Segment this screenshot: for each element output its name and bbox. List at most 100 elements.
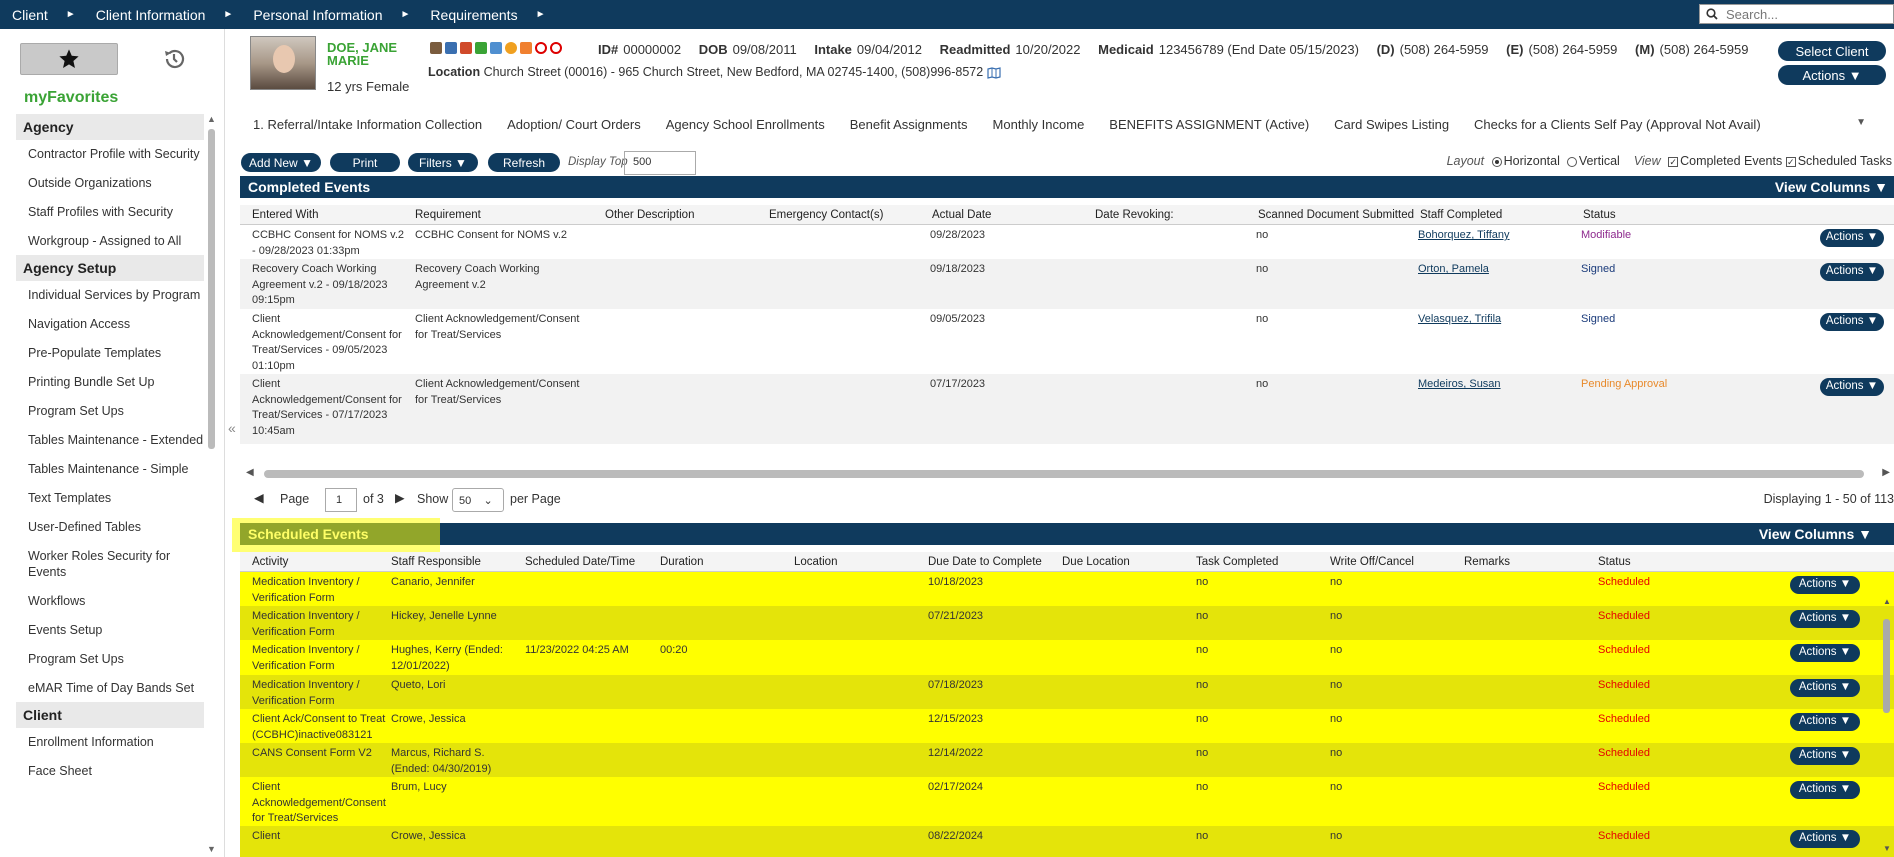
column-header[interactable]: Date Revoking: <box>1095 209 1174 221</box>
per-page-select[interactable]: 50 ⌄ <box>452 488 504 512</box>
view-columns-button[interactable]: View Columns ▼ <box>1759 526 1872 542</box>
staff-link[interactable]: Velasquez, Trifila <box>1418 312 1501 328</box>
scroll-up-icon[interactable]: ▲ <box>1883 597 1891 606</box>
column-header[interactable]: Due Location <box>1062 556 1130 568</box>
menu-item[interactable]: Workflows <box>16 593 204 609</box>
column-header[interactable]: Write Off/Cancel <box>1330 556 1414 568</box>
menu-item[interactable]: Staff Profiles with Security <box>16 204 204 220</box>
select-client-button[interactable]: Select Client <box>1778 41 1886 61</box>
rss-icon[interactable] <box>520 42 532 54</box>
client-name[interactable]: DOE, JANE MARIE <box>327 41 407 67</box>
column-header[interactable]: Due Date to Complete <box>928 556 1042 568</box>
menu-item[interactable]: Outside Organizations <box>16 175 204 191</box>
tab-school-enrollments[interactable]: Agency School Enrollments <box>666 117 825 137</box>
prev-page-icon[interactable]: ◀ <box>254 490 264 505</box>
scroll-left-icon[interactable]: ◀ <box>246 467 254 478</box>
menu-item[interactable]: Worker Roles Security for Events <box>16 548 204 580</box>
group-icon[interactable] <box>445 42 457 54</box>
column-header[interactable]: Requirement <box>415 209 481 221</box>
row-actions-button[interactable]: Actions ▼ <box>1790 576 1860 594</box>
column-header[interactable]: Duration <box>660 556 703 568</box>
row-actions-button[interactable]: Actions ▼ <box>1820 263 1884 281</box>
column-header[interactable]: Remarks <box>1464 556 1510 568</box>
column-header[interactable]: Activity <box>252 556 288 568</box>
row-actions-button[interactable]: Actions ▼ <box>1790 747 1860 765</box>
row-actions-button[interactable]: Actions ▼ <box>1790 610 1860 628</box>
row-actions-button[interactable]: Actions ▼ <box>1790 644 1860 662</box>
menu-item[interactable]: Pre-Populate Templates <box>16 345 204 361</box>
display-top-input[interactable]: 500 <box>624 151 696 175</box>
view-columns-button[interactable]: View Columns ▼ <box>1775 179 1888 195</box>
menu-item[interactable]: Tables Maintenance - Simple <box>16 461 204 477</box>
menu-item[interactable]: Navigation Access <box>16 316 204 332</box>
column-header[interactable]: Status <box>1598 556 1631 568</box>
row-actions-button[interactable]: Actions ▼ <box>1820 378 1884 396</box>
breadcrumb-client[interactable]: Client ► <box>0 7 96 23</box>
tab-monthly-income[interactable]: Monthly Income <box>993 117 1085 137</box>
collapse-sidebar-icon[interactable]: « <box>228 420 236 436</box>
menu-item[interactable]: Events Setup <box>16 622 204 638</box>
completed-events-checkbox[interactable]: ✓ <box>1668 156 1679 167</box>
next-page-icon[interactable]: ▶ <box>395 490 405 505</box>
no-entry-icon[interactable] <box>535 42 547 54</box>
tab-benefit-assignments[interactable]: Benefit Assignments <box>850 117 968 137</box>
menu-item[interactable]: Program Set Ups <box>16 403 204 419</box>
breadcrumb-requirements[interactable]: Requirements ► <box>430 7 565 23</box>
staff-link[interactable]: Bohorquez, Tiffany <box>1418 228 1510 244</box>
menu-item[interactable]: eMAR Time of Day Bands Set <box>16 680 204 696</box>
menu-item[interactable]: Individual Services by Program <box>16 287 204 303</box>
row-actions-button[interactable]: Actions ▼ <box>1790 713 1860 731</box>
column-header[interactable]: Scheduled Date/Time <box>525 556 635 568</box>
row-actions-button[interactable]: Actions ▼ <box>1790 830 1860 848</box>
tabs-more-icon[interactable]: ▼ <box>1856 117 1866 128</box>
print-button[interactable]: Print <box>330 153 400 172</box>
tab-adoption-court[interactable]: Adoption/ Court Orders <box>507 117 641 137</box>
add-new-button[interactable]: Add New ▼ <box>241 153 321 172</box>
completed-hscrollbar[interactable]: ◀ ▶ <box>244 467 1890 480</box>
horizontal-radio[interactable] <box>1491 156 1502 167</box>
column-header[interactable]: Status <box>1583 209 1616 221</box>
menu-item[interactable]: Workgroup - Assigned to All <box>16 233 204 249</box>
scroll-down-icon[interactable]: ▼ <box>1883 844 1891 853</box>
menu-item[interactable]: Program Set Ups <box>16 651 204 667</box>
menu-item[interactable]: Tables Maintenance - Extended <box>16 432 204 448</box>
scroll-right-icon[interactable]: ▶ <box>1882 467 1890 478</box>
tab-self-pay-checks[interactable]: Checks for a Clients Self Pay (Approval … <box>1474 117 1761 137</box>
scroll-down-icon[interactable]: ▼ <box>207 844 216 854</box>
refresh-button[interactable]: Refresh <box>488 153 560 172</box>
staff-link[interactable]: Medeiros, Susan <box>1418 377 1501 393</box>
breadcrumb-personal-information[interactable]: Personal Information ► <box>253 7 430 23</box>
menu-item[interactable]: Contractor Profile with Security <box>16 146 204 162</box>
map-icon[interactable] <box>987 66 1001 79</box>
family-icon[interactable] <box>460 42 472 54</box>
tab-history[interactable] <box>126 43 221 75</box>
column-header[interactable]: Scanned Document Submitted <box>1258 209 1414 221</box>
column-header[interactable]: Task Completed <box>1196 556 1278 568</box>
row-actions-button[interactable]: Actions ▼ <box>1820 229 1884 247</box>
scheduled-tasks-checkbox[interactable]: ✓ <box>1785 156 1796 167</box>
tab-benefits-assignment-active[interactable]: BENEFITS ASSIGNMENT (Active) <box>1109 117 1309 137</box>
menu-item[interactable]: Enrollment Information <box>16 734 204 750</box>
menu-item[interactable]: Text Templates <box>16 490 204 506</box>
menu-item[interactable]: Face Sheet <box>16 763 204 779</box>
staff-link[interactable]: Orton, Pamela <box>1418 262 1489 278</box>
scrollbar-thumb[interactable] <box>208 129 215 449</box>
prohibited-icon[interactable] <box>550 42 562 54</box>
tab-favorites[interactable] <box>20 43 118 75</box>
client-actions-button[interactable]: Actions ▼ <box>1778 65 1886 85</box>
column-header[interactable]: Location <box>794 556 837 568</box>
tab-card-swipes[interactable]: Card Swipes Listing <box>1334 117 1449 137</box>
column-header[interactable]: Staff Responsible <box>391 556 481 568</box>
column-header[interactable]: Other Description <box>605 209 694 221</box>
sidebar-scrollbar[interactable]: ▲ ▼ <box>207 114 217 854</box>
scroll-up-icon[interactable]: ▲ <box>207 114 216 124</box>
home-icon[interactable] <box>475 42 487 54</box>
column-header[interactable]: Emergency Contact(s) <box>769 209 883 221</box>
user-icon[interactable] <box>490 42 502 54</box>
filters-button[interactable]: Filters ▼ <box>408 153 478 172</box>
tab-referral-intake[interactable]: 1. Referral/Intake Information Collectio… <box>253 117 482 137</box>
alert-icon[interactable] <box>505 42 517 54</box>
person-icon[interactable] <box>430 42 442 54</box>
page-number-input[interactable]: 1 <box>325 488 357 512</box>
breadcrumb-client-information[interactable]: Client Information ► <box>96 7 254 23</box>
